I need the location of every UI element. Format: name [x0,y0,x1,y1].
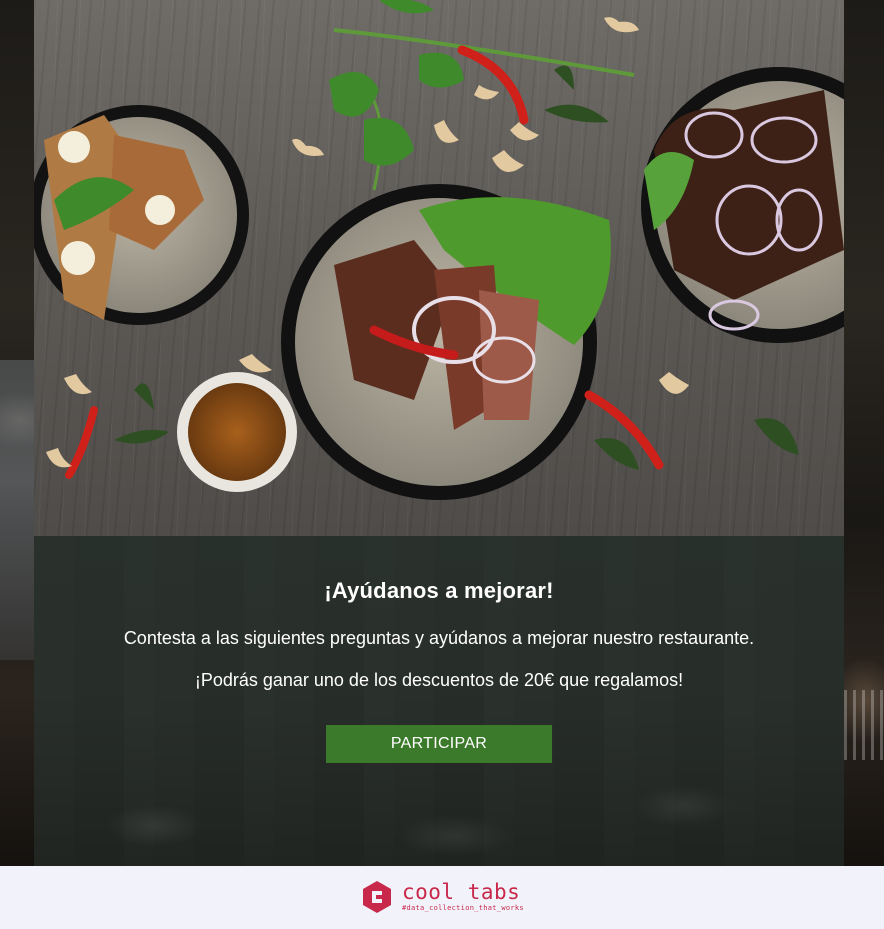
participate-button[interactable]: PARTICIPAR [326,725,552,763]
cooltabs-logo-icon [363,881,391,913]
brand-tagline: #data_collection_that_works [402,904,524,912]
food-hero-image [34,0,844,536]
survey-title: ¡Ayúdanos a mejorar! [324,578,554,603]
brand-text-block: cool tabs #data_collection_that_works [402,882,524,912]
survey-prize-text: ¡Podrás ganar uno de los descuentos de 2… [194,670,684,690]
survey-description: Contesta a las siguientes preguntas y ay… [123,628,755,648]
footer: cool tabs #data_collection_that_works [0,866,884,929]
survey-intro-panel: ¡Ayúdanos a mejorar! Contesta a las sigu… [34,536,844,866]
cooltabs-brand-link[interactable]: cool tabs #data_collection_that_works [362,880,524,914]
survey-card: ¡Ayúdanos a mejorar! Contesta a las sigu… [34,0,844,866]
brand-name: cool tabs [402,880,521,904]
